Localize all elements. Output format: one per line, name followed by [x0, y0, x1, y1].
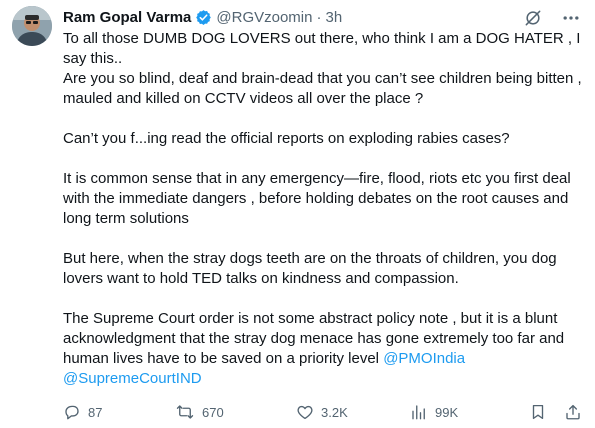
tweet-paragraph-text: The Supreme Court order is not some abst…: [63, 310, 565, 367]
top-icons: [523, 8, 581, 28]
bookmark-button[interactable]: [529, 403, 547, 421]
like-count: 3.2K: [321, 404, 348, 420]
tweet-paragraph: It is common sense that in any emergency…: [63, 170, 571, 227]
grok-icon[interactable]: [523, 8, 543, 28]
reply-count: 87: [88, 404, 103, 420]
handle[interactable]: @RGVzoomin: [216, 9, 312, 26]
views-button[interactable]: 99K: [410, 403, 458, 421]
bookmark-icon: [529, 403, 547, 421]
timestamp[interactable]: 3h: [325, 9, 342, 26]
tweet-header: Ram Gopal Varma @RGVzoomin · 3h: [63, 6, 342, 28]
verified-badge-icon[interactable]: [195, 9, 212, 26]
share-icon: [564, 403, 582, 421]
views-icon: [410, 403, 428, 421]
tweet: Ram Gopal Varma @RGVzoomin · 3h To all t…: [0, 0, 595, 428]
action-bar: 87 670 3.2K 99K: [63, 403, 583, 423]
mention-link[interactable]: @SupremeCourtIND: [63, 370, 202, 387]
repost-count: 670: [202, 404, 224, 420]
tweet-paragraph: Can’t you f...ing read the official repo…: [63, 130, 510, 147]
tweet-paragraph: The Supreme Court order is not some abst…: [63, 309, 588, 389]
separator-dot: ·: [316, 8, 322, 26]
tweet-paragraph: But here, when the stray dogs teeth are …: [63, 250, 557, 287]
display-name[interactable]: Ram Gopal Varma: [63, 9, 191, 26]
reply-icon: [63, 403, 81, 421]
like-button[interactable]: 3.2K: [296, 403, 348, 421]
tweet-paragraph: To all those DUMB DOG LOVERS out there, …: [63, 30, 581, 67]
repost-button[interactable]: 670: [175, 403, 224, 421]
heart-icon: [296, 403, 314, 421]
tweet-paragraph: Are you so blind, deaf and brain-dead th…: [63, 70, 582, 107]
views-count: 99K: [435, 404, 459, 420]
share-button[interactable]: [564, 403, 582, 421]
mention-link[interactable]: @PMOIndia: [383, 350, 465, 367]
more-icon[interactable]: [561, 8, 581, 28]
avatar[interactable]: [12, 6, 52, 46]
tweet-text: To all those DUMB DOG LOVERS out there, …: [63, 29, 588, 389]
repost-icon: [175, 403, 195, 421]
reply-button[interactable]: 87: [63, 403, 102, 421]
